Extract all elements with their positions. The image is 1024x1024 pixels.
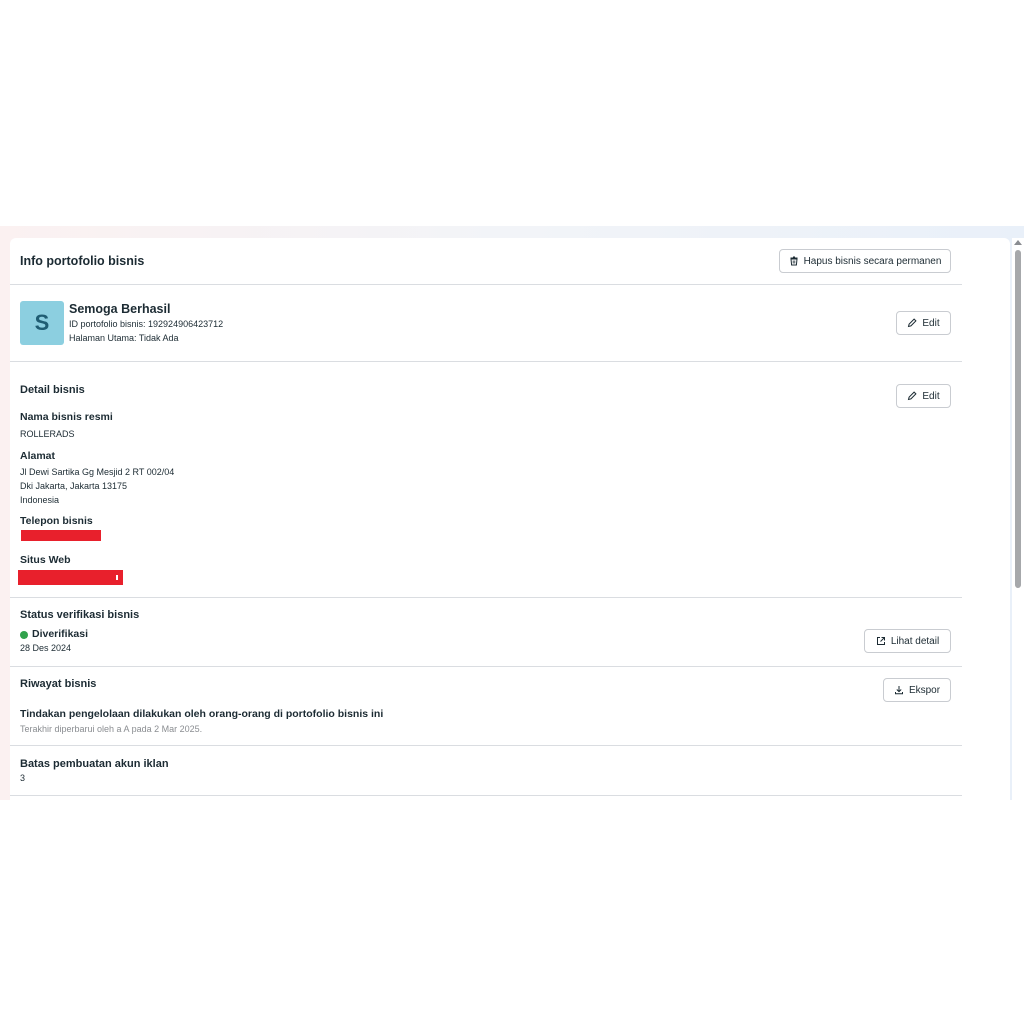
divider: [10, 597, 962, 598]
page-title: Info portofolio bisnis: [20, 254, 145, 268]
delete-business-label: Hapus bisnis secara permanen: [803, 255, 942, 267]
history-updated: Terakhir diperbarui oleh a A pada 2 Mar …: [20, 724, 203, 734]
business-name: Semoga Berhasil: [69, 302, 171, 316]
verification-date: 28 Des 2024: [20, 643, 72, 653]
trash-icon: [790, 256, 798, 266]
external-link-icon: [876, 637, 885, 645]
verified-check-icon: [20, 631, 28, 643]
ad-limit-title: Batas pembuatan akun iklan: [20, 758, 169, 770]
address-line-1: Jl Dewi Sartika Gg Mesjid 2 RT 002/04: [20, 467, 175, 477]
divider: [10, 284, 962, 285]
website-label: Situs Web: [20, 554, 71, 566]
scroll-thumb[interactable]: [1015, 250, 1021, 588]
avatar-letter: S: [34, 310, 50, 335]
verification-title: Status verifikasi bisnis: [20, 609, 140, 621]
export-label: Ekspor: [908, 684, 941, 696]
edit-details-label: Edit: [922, 390, 940, 402]
divider: [10, 666, 962, 667]
screenshot-frame: Info portofolio bisnis Hapus bisnis seca…: [0, 226, 1024, 800]
view-detail-label: Lihat detail: [890, 635, 940, 647]
phone-redaction: [21, 530, 101, 541]
scroll-up-arrow-icon[interactable]: [1014, 240, 1022, 245]
address-line-2: Dki Jakarta, Jakarta 13175: [20, 481, 128, 491]
ad-limit-value: 3: [20, 773, 26, 783]
edit-profile-label: Edit: [922, 317, 940, 329]
edit-profile-button[interactable]: Edit: [896, 311, 951, 335]
business-id: ID portofolio bisnis: 192924906423712: [69, 319, 224, 329]
legal-name-label: Nama bisnis resmi: [20, 411, 113, 423]
delete-business-button[interactable]: Hapus bisnis secara permanen: [779, 249, 951, 273]
scrollbar[interactable]: [1012, 238, 1024, 800]
history-title: Riwayat bisnis: [20, 678, 97, 690]
export-button[interactable]: Ekspor: [883, 678, 951, 702]
download-icon: [894, 686, 903, 695]
address-line-3: Indonesia: [20, 495, 60, 505]
redaction-mark: [116, 575, 118, 580]
history-description: Tindakan pengelolaan dilakukan oleh oran…: [20, 708, 384, 720]
avatar: S: [20, 301, 64, 345]
business-info-panel: Info portofolio bisnis Hapus bisnis seca…: [10, 238, 1010, 800]
divider: [10, 795, 962, 796]
edit-details-button[interactable]: Edit: [896, 384, 951, 408]
website-redaction: [18, 570, 123, 585]
view-detail-button[interactable]: Lihat detail: [864, 629, 951, 653]
divider: [10, 745, 962, 746]
divider: [10, 361, 962, 362]
pencil-icon: [908, 318, 917, 328]
pencil-icon: [908, 391, 917, 401]
phone-label: Telepon bisnis: [20, 515, 93, 527]
homepage-line: Halaman Utama: Tidak Ada: [69, 333, 179, 343]
legal-name-value: ROLLERADS: [20, 429, 75, 439]
verification-status: Diverifikasi: [32, 628, 89, 640]
address-label: Alamat: [20, 450, 56, 462]
details-title: Detail bisnis: [20, 384, 85, 396]
